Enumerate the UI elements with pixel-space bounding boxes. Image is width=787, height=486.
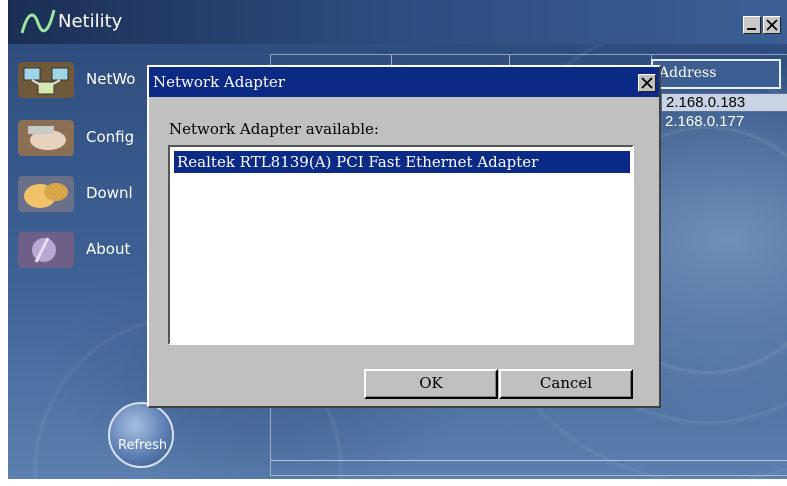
network-icon [18, 62, 74, 98]
adapter-list-item[interactable]: Realtek RTL8139(A) PCI Fast Ethernet Ada… [174, 151, 630, 173]
about-icon [18, 232, 74, 268]
config-icon [18, 120, 74, 156]
adapter-listbox[interactable]: Realtek RTL8139(A) PCI Fast Ethernet Ada… [168, 145, 634, 345]
adapters-available-label: Network Adapter available: [169, 120, 379, 138]
nav-label-about: About [86, 240, 131, 258]
ok-button[interactable]: OK [364, 369, 498, 399]
network-adapter-dialog: Network Adapter Network Adapter availabl… [147, 65, 661, 408]
dialog-title: Network Adapter [153, 73, 285, 91]
cancel-button[interactable]: Cancel [499, 369, 633, 399]
nav-label-network: NetWo [86, 70, 136, 88]
dialog-close-button[interactable] [638, 74, 656, 92]
dialog-titlebar: Network Adapter [149, 67, 659, 97]
nav-label-config: Config [86, 128, 135, 146]
minimize-button[interactable] [743, 16, 761, 34]
refresh-button[interactable]: Refresh [108, 402, 174, 468]
nav-label-download: Downl [86, 184, 133, 202]
refresh-label: Refresh [118, 438, 168, 453]
close-icon [766, 19, 778, 31]
close-button[interactable] [763, 16, 781, 34]
close-icon [641, 77, 653, 89]
app-titlebar: Netility [8, 0, 787, 44]
download-icon [18, 176, 74, 212]
address-row-selected[interactable]: 2.168.0.183 [661, 93, 787, 112]
app-title: Netility [58, 11, 123, 32]
netility-logo-icon [20, 9, 56, 34]
list-divider [271, 460, 787, 461]
address-column-header[interactable]: Address [651, 59, 781, 89]
address-row[interactable]: 2.168.0.177 [661, 113, 787, 132]
